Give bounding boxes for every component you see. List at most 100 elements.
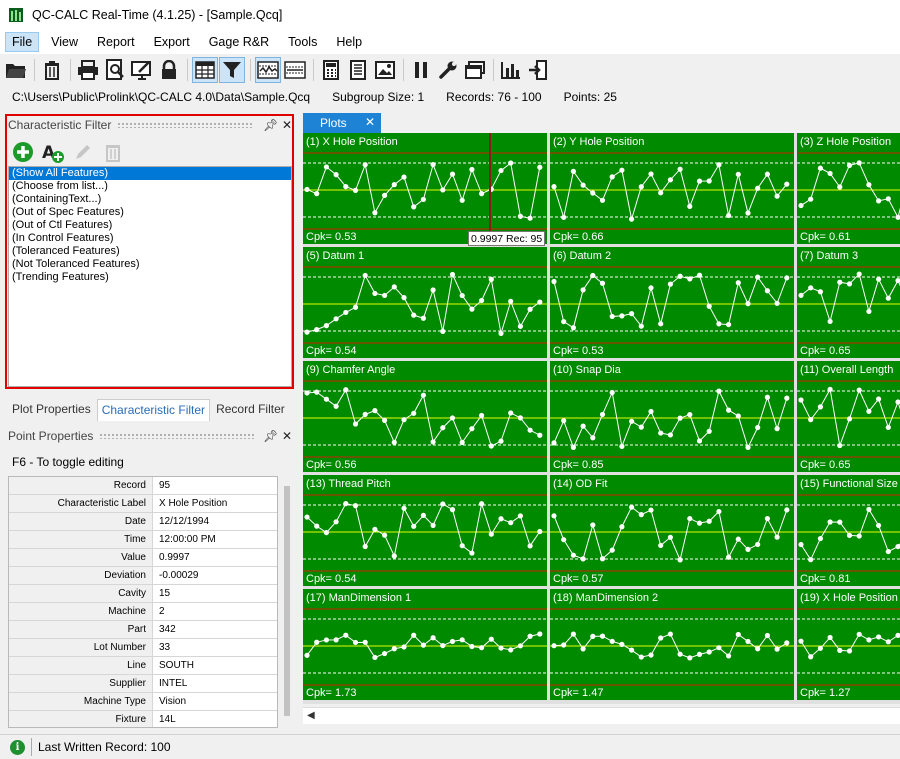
tab-plots[interactable]: Plots ✕ xyxy=(303,113,381,133)
menu-help[interactable]: Help xyxy=(329,32,369,52)
chart-point xyxy=(498,516,504,522)
filter-item-not-toleranced[interactable]: (Not Toleranced Features) xyxy=(9,258,291,271)
pin-icon[interactable]: 📌︎ xyxy=(263,118,278,132)
chart-point xyxy=(866,182,872,188)
chart-point xyxy=(735,280,741,286)
chart-point xyxy=(401,174,407,180)
calculator-icon[interactable] xyxy=(318,57,344,83)
chart-point xyxy=(895,214,900,220)
control-chart-tile[interactable]: (5) Datum 1 Cpk= 0.54 xyxy=(303,247,547,358)
chart-point xyxy=(648,285,654,291)
chart-point xyxy=(599,280,606,286)
control-chart-tile[interactable]: (7) Datum 3 Cpk= 0.65 xyxy=(797,247,900,358)
menu-file[interactable]: File xyxy=(5,32,40,52)
control-chart-tile[interactable]: (9) Chamfer Angle Cpk= 0.56 xyxy=(303,361,547,472)
control-chart-icon[interactable] xyxy=(255,57,281,83)
control-chart-tile[interactable]: (17) ManDimension 1 Cpk= 1.73 xyxy=(303,589,547,700)
control-chart-tile[interactable]: (3) Z Hole Position Cpk= 0.61 xyxy=(797,133,900,244)
chart-point xyxy=(619,443,625,449)
control-chart-tile[interactable]: (1) X Hole Position Cpk= 0.53 xyxy=(303,133,547,244)
scrollbar-thumb[interactable] xyxy=(284,486,290,716)
filter-item-show-all[interactable]: (Show All Features) xyxy=(9,167,291,180)
filter-item-toleranced[interactable]: (Toleranced Features) xyxy=(9,245,291,258)
add-filter-icon[interactable] xyxy=(10,139,36,165)
filter-item-containing[interactable]: (ContainingText...) xyxy=(9,193,291,206)
chart-point xyxy=(798,541,804,548)
control-chart-tile[interactable]: (2) Y Hole Position Cpk= 0.66 xyxy=(550,133,794,244)
info-bar: C:\Users\Public\Prolink\QC-CALC 4.0\Data… xyxy=(0,86,900,108)
filter-icon[interactable] xyxy=(219,57,245,83)
control-chart-tile[interactable]: (11) Overall Length Cpk= 0.65 xyxy=(797,361,900,472)
chart-point xyxy=(382,650,388,657)
window-icon[interactable] xyxy=(462,57,488,83)
chart-point xyxy=(677,166,683,172)
trash-icon[interactable] xyxy=(39,57,65,83)
edit-screen-icon[interactable] xyxy=(129,57,155,83)
chart-point xyxy=(885,196,891,202)
chart-point xyxy=(411,523,417,529)
file-path: C:\Users\Public\Prolink\QC-CALC 4.0\Data… xyxy=(12,90,311,104)
close-icon[interactable]: ✕ xyxy=(280,118,294,132)
exit-icon[interactable] xyxy=(525,57,551,83)
auto-filter-icon[interactable]: A xyxy=(40,139,66,165)
chart-point xyxy=(726,653,732,659)
chart-point xyxy=(745,444,751,451)
menu-report[interactable]: Report xyxy=(90,32,142,52)
print-preview-icon[interactable] xyxy=(102,57,128,83)
filter-item-in-control[interactable]: (In Control Features) xyxy=(9,232,291,245)
characteristic-filter-list[interactable]: (Show All Features) (Choose from list...… xyxy=(8,166,292,387)
chart-point xyxy=(580,287,586,293)
control-chart-tile[interactable]: (13) Thread Pitch Cpk= 0.54 xyxy=(303,475,547,586)
pin-icon[interactable]: 📌︎ xyxy=(263,429,278,443)
bar-chart-icon[interactable] xyxy=(498,57,524,83)
print-icon[interactable] xyxy=(75,57,101,83)
chart-point xyxy=(401,417,407,423)
chart-point xyxy=(459,637,465,643)
open-folder-icon[interactable] xyxy=(3,57,29,83)
chart-point xyxy=(449,507,456,513)
status-separator xyxy=(31,738,32,756)
control-chart-tile[interactable]: (6) Datum 2 Cpk= 0.53 xyxy=(550,247,794,358)
control-chart-tile[interactable]: (14) OD Fit Cpk= 0.57 xyxy=(550,475,794,586)
image-icon[interactable] xyxy=(372,57,398,83)
filter-item-choose[interactable]: (Choose from list...) xyxy=(9,180,291,193)
chart-point xyxy=(517,323,523,329)
chart-point xyxy=(561,642,567,648)
chart-point xyxy=(362,162,368,168)
filter-item-trending[interactable]: (Trending Features) xyxy=(9,271,291,284)
lock-icon[interactable] xyxy=(156,57,182,83)
control-chart-tile[interactable]: (19) X Hole Position x Cpk= 1.27 xyxy=(797,589,900,700)
control-chart-tile[interactable]: (15) Functional Size Cpk= 0.81 xyxy=(797,475,900,586)
grid-view-icon[interactable] xyxy=(192,57,218,83)
filter-item-out-of-spec[interactable]: (Out of Spec Features) xyxy=(9,206,291,219)
tab-characteristic-filter[interactable]: Characteristic Filter xyxy=(96,399,211,421)
close-icon[interactable]: ✕ xyxy=(365,115,375,129)
chart-point xyxy=(856,160,862,166)
control-chart-tile[interactable]: (10) Snap Dia Cpk= 0.85 xyxy=(550,361,794,472)
menu-view[interactable]: View xyxy=(44,32,85,52)
tab-plot-properties[interactable]: Plot Properties xyxy=(8,399,95,421)
chart-point xyxy=(333,316,339,322)
chart-point xyxy=(469,643,475,650)
chart-point xyxy=(401,505,407,511)
close-icon[interactable]: ✕ xyxy=(280,429,294,443)
filter-item-out-of-ctl[interactable]: (Out of Ctl Features) xyxy=(9,219,291,232)
tab-record-filter[interactable]: Record Filter xyxy=(212,399,289,421)
chart-point xyxy=(735,413,741,419)
chart-point xyxy=(333,403,339,409)
chart-point xyxy=(411,632,417,638)
properties-scrollbar[interactable] xyxy=(280,476,294,728)
chart-trace xyxy=(306,162,541,219)
chart-point xyxy=(735,171,741,177)
menu-tools[interactable]: Tools xyxy=(281,32,324,52)
menu-gage-rr[interactable]: Gage R&R xyxy=(202,32,276,52)
run-chart-icon[interactable] xyxy=(282,57,308,83)
control-chart-tile[interactable]: (18) ManDimension 2 Cpk= 1.47 xyxy=(550,589,794,700)
scroll-left-icon[interactable]: ◀ xyxy=(307,710,315,721)
pause-icon[interactable] xyxy=(408,57,434,83)
wrench-icon[interactable] xyxy=(435,57,461,83)
document-icon[interactable] xyxy=(345,57,371,83)
menu-export[interactable]: Export xyxy=(147,32,197,52)
chart-point xyxy=(696,651,703,657)
plots-horizontal-scrollbar[interactable]: ◀ xyxy=(303,707,900,724)
